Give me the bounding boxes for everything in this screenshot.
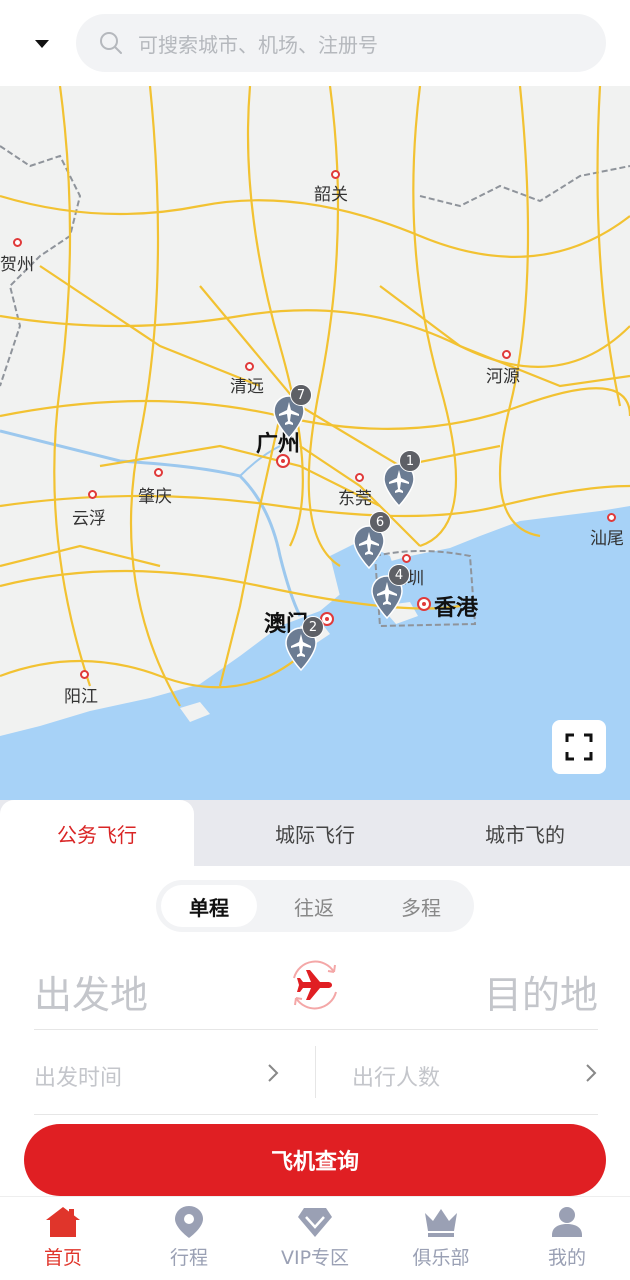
trip-type-selector: 单程 往返 多程 (156, 880, 474, 932)
divider (315, 1046, 316, 1098)
city-dot (245, 362, 254, 371)
app-root: 可搜索城市、机场、注册号 韶关 贺州 清远 河源 广州 肇庆 云浮 东莞 汕尾 … (0, 0, 630, 1280)
destination-field[interactable]: 目的地 (484, 964, 598, 1019)
nav-label: 首页 (43, 1247, 82, 1269)
swap-airplane-icon[interactable] (286, 956, 344, 1014)
cluster-count-badge: 6 (369, 511, 391, 533)
origin-field[interactable]: 出发地 (34, 964, 148, 1019)
nav-home[interactable]: 首页 (0, 1197, 126, 1280)
city-dot (502, 350, 511, 359)
capital-dot (276, 454, 290, 468)
bottom-nav: 首页 行程 VIP专区 俱乐部 我的 (0, 1196, 630, 1280)
divider (34, 1114, 598, 1115)
nav-vip[interactable]: VIP专区 (252, 1197, 378, 1280)
search-placeholder: 可搜索城市、机场、注册号 (138, 32, 378, 57)
trip-type-multi-city[interactable]: 多程 (373, 885, 469, 927)
city-label-dongguan: 东莞 (338, 489, 372, 509)
city-label-heyuan: 河源 (486, 367, 520, 387)
chevron-right-icon (586, 1064, 597, 1082)
passenger-count-field[interactable]: 出行人数 (352, 1060, 440, 1092)
header: 可搜索城市、机场、注册号 (0, 0, 630, 86)
cluster-count-badge: 4 (388, 564, 410, 586)
city-label-shanwei: 汕尾 (590, 529, 624, 549)
divider (34, 1029, 598, 1030)
nav-club[interactable]: 俱乐部 (378, 1197, 504, 1280)
trip-type-one-way[interactable]: 单程 (161, 885, 257, 927)
nav-label: 我的 (547, 1247, 586, 1269)
nav-trips[interactable]: 行程 (126, 1197, 252, 1280)
nav-label: 行程 (169, 1247, 208, 1269)
city-label-yangjiang: 阳江 (64, 687, 98, 707)
location-pin-icon (175, 1206, 203, 1238)
search-bar[interactable]: 可搜索城市、机场、注册号 (76, 14, 606, 72)
home-icon (46, 1207, 80, 1237)
service-tabs: 公务飞行 城际飞行 城市飞的 (0, 800, 630, 866)
caret-down-icon (35, 40, 49, 48)
city-dot (154, 468, 163, 477)
diamond-icon (298, 1208, 332, 1237)
depart-time-field[interactable]: 出发时间 (34, 1060, 122, 1092)
capital-dot (417, 597, 431, 611)
city-label-hongkong: 香港 (434, 596, 479, 621)
crown-icon (425, 1209, 457, 1237)
cluster-count-badge: 1 (399, 450, 421, 472)
city-dot (80, 670, 89, 679)
city-label-hezhou: 贺州 (0, 255, 34, 275)
menu-dropdown-button[interactable] (28, 30, 56, 58)
city-dot (88, 490, 97, 499)
city-label-yunfu: 云浮 (72, 509, 106, 529)
fullscreen-icon (565, 733, 593, 761)
trip-type-round-trip[interactable]: 往返 (266, 885, 362, 927)
cluster-count-badge: 7 (290, 384, 312, 406)
tab-business-flight[interactable]: 公务飞行 (0, 800, 194, 866)
tab-intercity-flight[interactable]: 城际飞行 (210, 800, 420, 866)
user-icon (552, 1207, 582, 1237)
city-dot (331, 170, 340, 179)
search-icon (100, 32, 122, 54)
city-label-shaoguan: 韶关 (314, 185, 348, 205)
nav-profile[interactable]: 我的 (504, 1197, 630, 1280)
city-label-zhaoqing: 肇庆 (138, 487, 172, 507)
nav-label: VIP专区 (280, 1247, 350, 1269)
chevron-right-icon (268, 1064, 279, 1082)
city-dot (607, 513, 616, 522)
map-view[interactable]: 韶关 贺州 清远 河源 广州 肇庆 云浮 东莞 汕尾 深圳 香港 澳门 阳江 7 (0, 86, 630, 816)
flight-search-button[interactable]: 飞机查询 (24, 1124, 606, 1196)
city-dot (402, 554, 411, 563)
nav-label: 俱乐部 (412, 1247, 470, 1269)
tab-city-flight[interactable]: 城市飞的 (420, 800, 630, 866)
city-dot (13, 238, 22, 247)
city-dot (355, 473, 364, 482)
fullscreen-button[interactable] (552, 720, 606, 774)
city-label-qingyuan: 清远 (230, 377, 264, 397)
cluster-count-badge: 2 (302, 616, 324, 638)
